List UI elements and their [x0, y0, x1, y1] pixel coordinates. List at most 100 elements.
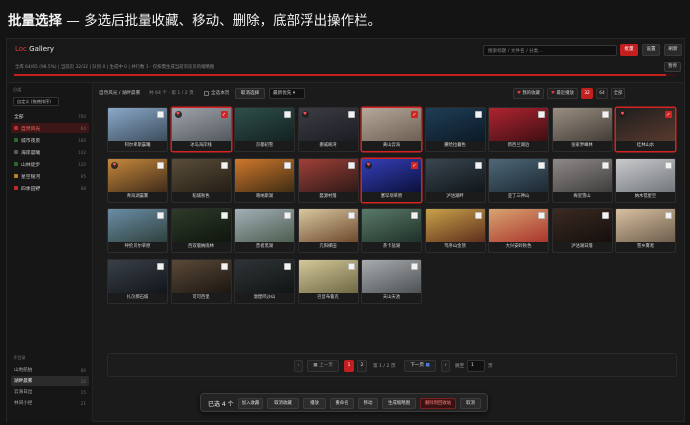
- search-input[interactable]: 搜索标题 / 文件名 / 分类...: [483, 45, 617, 56]
- sidebar-item[interactable]: 星空银河 95: [11, 171, 89, 181]
- select-checkbox[interactable]: ✓: [220, 111, 228, 118]
- refresh-button[interactable]: 刷新: [664, 44, 682, 56]
- select-page-label[interactable]: 全选本页: [211, 90, 229, 96]
- heart-icon[interactable]: ♥: [365, 161, 372, 169]
- sidebar-item[interactable]: 海岸晨曦 142: [11, 147, 89, 157]
- select-checkbox[interactable]: [157, 212, 164, 219]
- thumbnail-card[interactable]: 扎尕那石城: [107, 258, 168, 304]
- prev-arrow-icon[interactable]: ‹: [294, 360, 303, 372]
- select-checkbox[interactable]: [538, 161, 545, 169]
- jump-page-input[interactable]: 1: [467, 360, 485, 372]
- select-checkbox[interactable]: [665, 212, 672, 219]
- remove-favorite-button[interactable]: 取消收藏: [267, 398, 299, 409]
- heart-icon[interactable]: ♥: [619, 111, 626, 118]
- thumbnail-card[interactable]: 张家界峰林: [551, 107, 613, 152]
- thumbnail-card[interactable]: 稻城秋色: [170, 157, 232, 203]
- select-checkbox[interactable]: [347, 262, 355, 270]
- select-checkbox[interactable]: [474, 161, 482, 169]
- subfolder-item[interactable]: 山地航拍 86: [11, 365, 89, 375]
- select-checkbox[interactable]: [411, 262, 418, 270]
- page-size-32[interactable]: 32: [581, 88, 593, 99]
- thumbnail-card[interactable]: 笃序山金顶: [424, 208, 486, 253]
- thumbnail-card[interactable]: 阿尔卑斯晨曦: [107, 107, 168, 152]
- select-checkbox[interactable]: [157, 111, 164, 118]
- select-checkbox[interactable]: [220, 262, 228, 270]
- select-page-checkbox[interactable]: [204, 91, 209, 96]
- subfolder-item[interactable]: 湖畔晨雾 32: [11, 376, 89, 386]
- sidebar-item[interactable]: 全部 700: [11, 111, 89, 121]
- heart-icon[interactable]: ♥: [174, 111, 182, 118]
- thumbnail-card[interactable]: ✓ 黄山云海: [361, 107, 422, 152]
- batch-button[interactable]: 批量: [620, 44, 638, 56]
- category-sort-select[interactable]: 自定义 (拖拽排序): [13, 97, 59, 106]
- thumbnail-card[interactable]: 婺源村落: [297, 157, 359, 203]
- thumbnail-card[interactable]: ♥ 青海湖晨雾: [107, 157, 168, 203]
- select-checkbox[interactable]: ✓: [665, 111, 672, 118]
- thumbnail-card[interactable]: ♥ 挪威峡湾: [297, 107, 359, 152]
- page-1-button[interactable]: 1: [344, 360, 354, 372]
- thumbnail-card[interactable]: 泸沽湖日落: [551, 208, 613, 253]
- select-checkbox[interactable]: [157, 161, 164, 169]
- thumbnail-card[interactable]: 京都初雪: [234, 107, 295, 152]
- thumbnail-card[interactable]: 普者黑湖: [234, 208, 295, 253]
- rename-button[interactable]: 重命名: [330, 398, 354, 409]
- select-checkbox[interactable]: [347, 161, 355, 169]
- prev-page-button[interactable]: ■ 上一页: [307, 360, 339, 372]
- select-checkbox[interactable]: [284, 212, 291, 219]
- heart-icon[interactable]: ♥: [301, 111, 309, 118]
- select-checkbox[interactable]: [665, 161, 672, 169]
- select-checkbox[interactable]: [474, 212, 482, 219]
- select-checkbox[interactable]: ✓: [411, 111, 418, 118]
- thumbnail-card[interactable]: 亚丁三神山: [488, 157, 549, 203]
- page-2-button[interactable]: 2: [357, 360, 367, 372]
- select-checkbox[interactable]: [538, 111, 545, 118]
- next-arrow-icon[interactable]: ›: [441, 360, 450, 372]
- subfolder-item[interactable]: 云海日出 15: [11, 387, 89, 397]
- select-checkbox[interactable]: [538, 212, 545, 219]
- select-checkbox[interactable]: [347, 212, 355, 219]
- select-checkbox[interactable]: [601, 161, 609, 169]
- sidebar-item[interactable]: 山林徒步 120: [11, 159, 89, 169]
- select-checkbox[interactable]: [474, 111, 482, 118]
- move-button[interactable]: 移动: [358, 398, 378, 409]
- sidebar-item[interactable]: 自然风光 64: [11, 123, 89, 133]
- select-checkbox[interactable]: [220, 161, 228, 169]
- heart-icon[interactable]: ♥: [111, 161, 118, 169]
- settings-button[interactable]: 设置: [642, 44, 660, 56]
- page-size-64[interactable]: 64: [596, 88, 608, 99]
- thumbnail-card[interactable]: 新西兰湖泊: [488, 107, 549, 152]
- cancel-select-button[interactable]: 取消选择: [235, 88, 265, 99]
- cancel-button[interactable]: 取消: [460, 398, 481, 409]
- pause-button[interactable]: 暂停: [664, 62, 681, 72]
- thumbnail-card[interactable]: 梅里雪山: [551, 157, 613, 203]
- select-checkbox[interactable]: [157, 262, 164, 270]
- thumbnail-card[interactable]: ♥ ✓ 桂林山水: [615, 107, 676, 152]
- select-checkbox[interactable]: [220, 212, 228, 219]
- thumbnail-card[interactable]: 大兴安岭秋色: [488, 208, 549, 253]
- thumbnail-card[interactable]: 雪乡雾凇: [615, 208, 676, 253]
- thumbnail-card[interactable]: 西双版纳雨林: [170, 208, 232, 253]
- delete-to-trash-button[interactable]: 删除到回收站: [420, 398, 456, 409]
- generate-thumbnail-button[interactable]: 生成缩略图: [382, 398, 416, 409]
- select-checkbox[interactable]: [601, 212, 609, 219]
- select-checkbox[interactable]: [284, 161, 291, 169]
- select-checkbox[interactable]: [601, 111, 609, 118]
- thumbnail-card[interactable]: 巴音布鲁克: [297, 258, 359, 304]
- thumbnail-card[interactable]: 天山天池: [361, 258, 422, 304]
- sidebar-item[interactable]: 四季田野 88: [11, 183, 89, 193]
- play-button[interactable]: 播放: [303, 398, 326, 409]
- thumbnail-card[interactable]: ♥ ✓ 塞罕坝草原: [361, 157, 422, 203]
- thumbnail-card[interactable]: 元阳梯田: [297, 208, 359, 253]
- sort-select[interactable]: 最新优先 ▾: [269, 88, 305, 99]
- page-size-all[interactable]: 全部: [611, 88, 625, 99]
- select-checkbox[interactable]: [284, 262, 291, 270]
- subfolder-item[interactable]: 林间小径 21: [11, 398, 89, 408]
- sidebar-item[interactable]: 城市夜景 186: [11, 135, 89, 145]
- thumbnail-card[interactable]: 茶卡盐湖: [361, 208, 422, 253]
- thumbnail-card[interactable]: 可可西里: [170, 258, 232, 304]
- thumbnail-card[interactable]: 敦煌鸣沙山: [234, 258, 295, 304]
- select-checkbox[interactable]: ✓: [411, 161, 418, 169]
- thumbnail-card[interactable]: 撒哈拉暮色: [424, 107, 486, 152]
- add-favorite-button[interactable]: 加入收藏: [238, 398, 263, 409]
- thumbnail-card[interactable]: ♥ ✓ 冰岛海岸线: [170, 107, 232, 152]
